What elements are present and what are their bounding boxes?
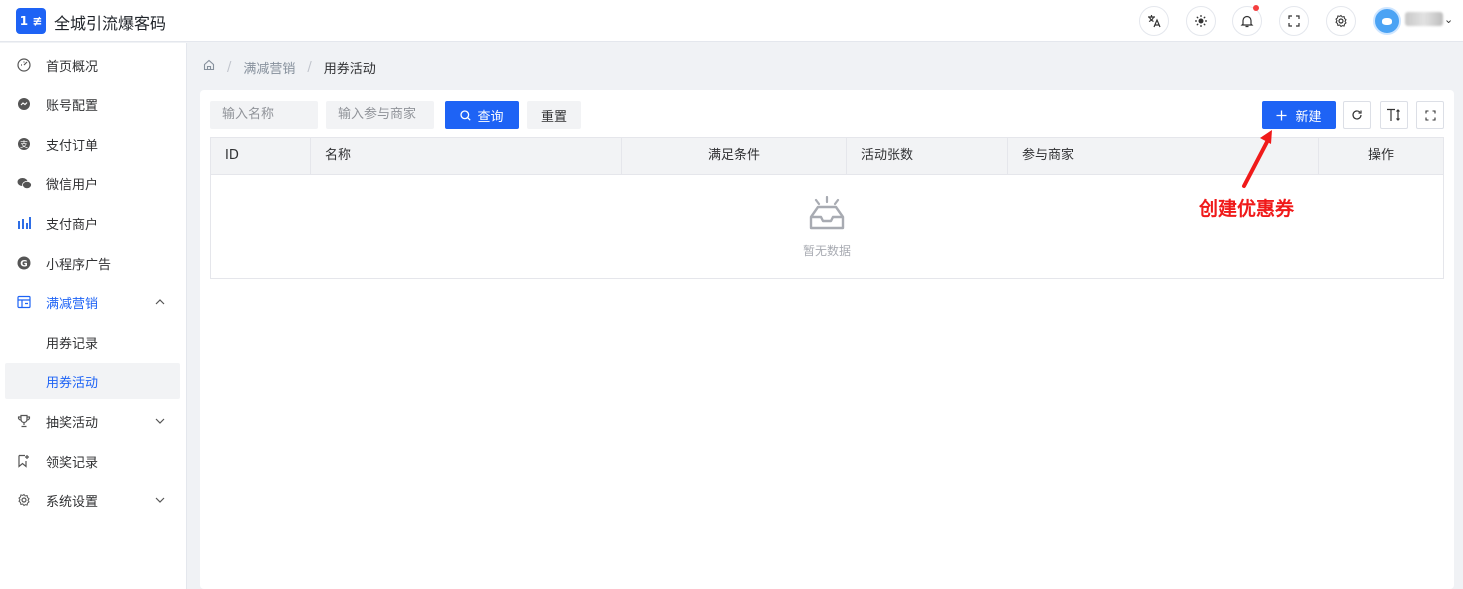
- breadcrumb: / 满减营销 / 用券活动: [203, 58, 376, 77]
- translate-icon[interactable]: [1139, 6, 1169, 36]
- svg-text:G: G: [20, 260, 27, 270]
- g-icon: G: [16, 255, 32, 271]
- sidebar-item-account[interactable]: 账号配置: [5, 86, 180, 122]
- order-icon: 支: [16, 136, 32, 152]
- sidebar-item-lottery[interactable]: 抽奖活动: [5, 403, 180, 439]
- chevron-up-icon: [155, 297, 165, 308]
- refresh-icon[interactable]: [1343, 101, 1371, 129]
- notification-dot: [1253, 5, 1259, 11]
- fullscreen-icon[interactable]: [1279, 6, 1309, 36]
- column-header-name[interactable]: 名称: [311, 138, 622, 174]
- empty-inbox-icon: [809, 196, 845, 230]
- user-name-blurred[interactable]: [1405, 12, 1443, 26]
- marketing-icon: [16, 294, 32, 310]
- column-header-quantity[interactable]: 活动张数: [847, 138, 1008, 174]
- chevron-down-icon: [155, 416, 165, 427]
- theme-sun-icon[interactable]: [1186, 6, 1216, 36]
- app-title: 全城引流爆客码: [54, 14, 167, 33]
- new-button-label: 新建: [1295, 109, 1322, 125]
- sidebar-item-merchants[interactable]: 支付商户: [5, 205, 180, 241]
- sidebar-item-coupon-records[interactable]: 用券记录: [5, 324, 180, 360]
- search-button-label: 查询: [477, 109, 504, 125]
- breadcrumb-separator: /: [307, 59, 312, 75]
- sidebar-item-settings[interactable]: 系统设置: [5, 482, 180, 518]
- merchant-search-input[interactable]: 输入参与商家: [326, 101, 434, 129]
- bell-icon[interactable]: [1232, 5, 1262, 36]
- search-icon: [460, 109, 472, 121]
- gear-icon[interactable]: [1326, 6, 1356, 36]
- breadcrumb-item-current: 用券活动: [323, 61, 376, 77]
- dashboard-icon: [16, 57, 32, 73]
- reset-button[interactable]: 重置: [527, 101, 581, 129]
- chevron-down-icon: [155, 495, 165, 506]
- chart-icon: [16, 215, 32, 231]
- svg-text:支: 支: [20, 139, 28, 149]
- app-logo: 1 ≢: [16, 8, 46, 34]
- plus-icon: [1276, 110, 1287, 121]
- user-avatar[interactable]: [1373, 7, 1401, 35]
- search-button[interactable]: 查询: [445, 101, 519, 129]
- sidebar-item-marketing[interactable]: 满减营销: [5, 284, 180, 320]
- sidebar-item-miniapp-ads[interactable]: G 小程序广告: [5, 245, 180, 281]
- wechat-icon: [16, 175, 32, 191]
- fullscreen-icon[interactable]: [1416, 101, 1444, 129]
- settings-icon: [16, 492, 32, 508]
- sidebar-item-coupon-activities[interactable]: 用券活动: [5, 363, 180, 399]
- empty-state-text: 暂无数据: [802, 244, 851, 258]
- column-header-actions[interactable]: 操作: [1319, 138, 1443, 174]
- chevron-down-icon[interactable]: ⌄: [1444, 13, 1453, 26]
- column-header-id[interactable]: ID: [211, 138, 311, 174]
- breadcrumb-separator: /: [227, 59, 232, 75]
- name-search-input[interactable]: 输入名称: [210, 101, 318, 129]
- sidebar-item-home[interactable]: 首页概况: [5, 47, 180, 83]
- bookmark-icon: [16, 453, 32, 469]
- home-icon[interactable]: [203, 59, 215, 75]
- top-header: 1 ≢ 全城引流爆客码 ⌄: [0, 0, 1463, 42]
- breadcrumb-item-marketing[interactable]: 满减营销: [243, 58, 295, 77]
- column-header-condition[interactable]: 满足条件: [622, 138, 847, 174]
- sidebar-item-prize-records[interactable]: 领奖记录: [5, 443, 180, 479]
- sidebar-item-orders[interactable]: 支 支付订单: [5, 126, 180, 162]
- column-density-icon[interactable]: [1380, 101, 1408, 129]
- new-button[interactable]: 新建: [1262, 101, 1336, 129]
- trophy-icon: [16, 413, 32, 429]
- annotation-label: 创建优惠券: [1199, 198, 1295, 220]
- annotation-arrow: [1242, 130, 1272, 188]
- account-icon: [16, 96, 32, 112]
- sidebar: 首页概况 账号配置 支 支付订单 微信用户 支付商户 G 小程序广告 满减营销 …: [0, 43, 187, 589]
- sidebar-item-wechat-users[interactable]: 微信用户: [5, 165, 180, 201]
